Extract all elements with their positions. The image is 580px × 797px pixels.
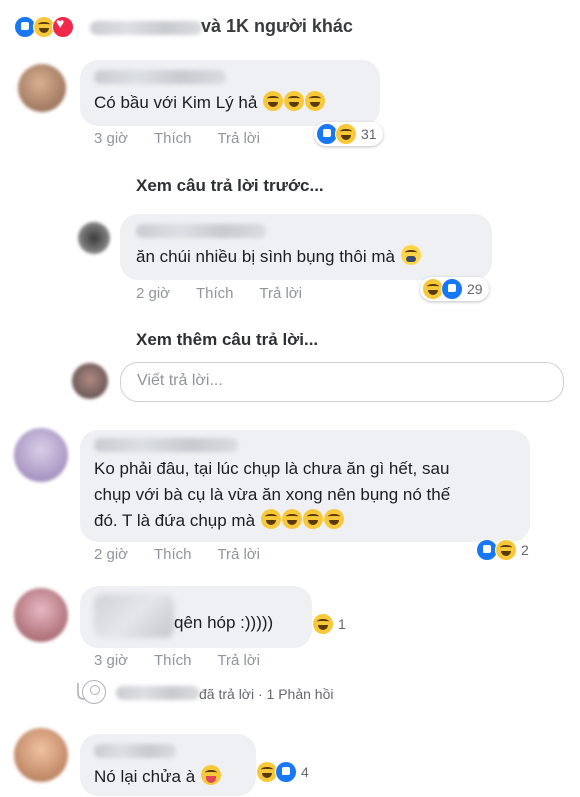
commenter-name[interactable] xyxy=(94,744,176,758)
reaction-summary[interactable]: 4 xyxy=(254,760,315,784)
comment-time[interactable]: 3 giờ xyxy=(94,652,128,669)
laugh-emoji xyxy=(305,91,326,111)
reply-link[interactable]: Trả lời xyxy=(217,652,260,669)
comment-time[interactable]: 3 giờ xyxy=(94,130,128,147)
comment-bubble: Nó lại chửa à xyxy=(80,734,256,796)
view-more-replies[interactable]: Xem thêm câu trả lời... xyxy=(136,330,318,350)
laugh-emoji xyxy=(260,509,281,529)
comment-text: ăn chúi nhiều bị sình bụng thôi mà xyxy=(136,244,421,270)
replied-action: đã trả lời xyxy=(199,686,255,702)
reaction-count: 1 xyxy=(338,616,346,632)
avatar[interactable] xyxy=(18,64,66,112)
reaction-count: 29 xyxy=(467,281,483,297)
comment-meta: 2 giờ Thích Trả lời xyxy=(136,285,324,302)
blurred-name[interactable] xyxy=(94,594,174,638)
reply-link[interactable]: Trả lời xyxy=(217,546,260,563)
reaction-count: 31 xyxy=(361,126,377,142)
fearful-emoji xyxy=(400,245,421,265)
tongue-emoji xyxy=(200,765,221,785)
like-icon xyxy=(275,761,297,783)
avatar[interactable] xyxy=(14,728,68,782)
replies-count[interactable]: 1 Phản hồi xyxy=(267,686,334,702)
like-link[interactable]: Thích xyxy=(154,546,192,563)
reaction-count: 4 xyxy=(301,764,309,780)
like-link[interactable]: Thích xyxy=(154,652,192,669)
comment-bubble: qên hóp :))))) xyxy=(80,586,312,648)
reply-link[interactable]: Trả lời xyxy=(259,285,302,302)
avatar[interactable] xyxy=(14,428,68,482)
user-placeholder-icon xyxy=(82,680,106,704)
reaction-summary[interactable]: 29 xyxy=(420,277,489,301)
current-user-avatar[interactable] xyxy=(72,363,108,399)
blurred-name xyxy=(116,686,200,700)
love-icon xyxy=(52,15,74,38)
blurred-name xyxy=(90,21,202,35)
comment-text: Nó lại chửa à xyxy=(94,764,221,790)
top-reaction-icons xyxy=(14,15,74,38)
haha-icon xyxy=(495,539,517,561)
avatar[interactable] xyxy=(78,222,110,254)
comment-text: Ko phải đâu, tại lúc chụp là chưa ăn gì … xyxy=(94,459,451,530)
haha-icon xyxy=(335,123,357,145)
reaction-summary[interactable]: 31 xyxy=(314,122,383,146)
comment-text: Có bầu với Kim Lý hả xyxy=(94,90,326,116)
laugh-emoji xyxy=(281,509,302,529)
commenter-name[interactable] xyxy=(136,224,266,238)
reaction-summary[interactable]: 1 xyxy=(310,612,352,636)
reaction-summary[interactable]: 2 xyxy=(474,538,535,562)
like-link[interactable]: Thích xyxy=(154,130,192,147)
view-previous-replies[interactable]: Xem câu trả lời trước... xyxy=(136,176,324,196)
like-icon xyxy=(441,278,463,300)
comment-bubble: Có bầu với Kim Lý hả xyxy=(80,60,380,126)
comment-text: qên hóp :))))) xyxy=(174,613,274,632)
comment-bubble: Ko phải đâu, tại lúc chụp là chưa ăn gì … xyxy=(80,430,530,542)
comment-meta: 3 giờ Thích Trả lời xyxy=(94,652,282,669)
commenter-name[interactable] xyxy=(94,70,226,84)
reply-input[interactable]: Viết trả lời... xyxy=(120,362,564,402)
haha-icon xyxy=(312,613,334,635)
comment-meta: 3 giờ Thích Trả lời xyxy=(94,130,282,147)
avatar[interactable] xyxy=(14,588,68,642)
comment-bubble: ăn chúi nhiều bị sình bụng thôi mà xyxy=(120,214,492,280)
like-link[interactable]: Thích xyxy=(196,285,234,302)
comment-meta: 2 giờ Thích Trả lời xyxy=(94,546,282,563)
separator: · xyxy=(257,686,263,702)
reply-link[interactable]: Trả lời xyxy=(217,130,260,147)
likes-text[interactable]: và 1K người khác xyxy=(201,16,353,37)
reaction-count: 2 xyxy=(521,542,529,558)
commenter-name[interactable] xyxy=(94,438,238,452)
replied-text: đã trả lời · 1 Phản hồi xyxy=(199,686,334,702)
laugh-emoji xyxy=(302,509,323,529)
laugh-emoji xyxy=(284,91,305,111)
comment-time[interactable]: 2 giờ xyxy=(94,546,128,563)
comment-time[interactable]: 2 giờ xyxy=(136,285,170,302)
laugh-emoji xyxy=(263,91,284,111)
laugh-emoji xyxy=(323,509,344,529)
